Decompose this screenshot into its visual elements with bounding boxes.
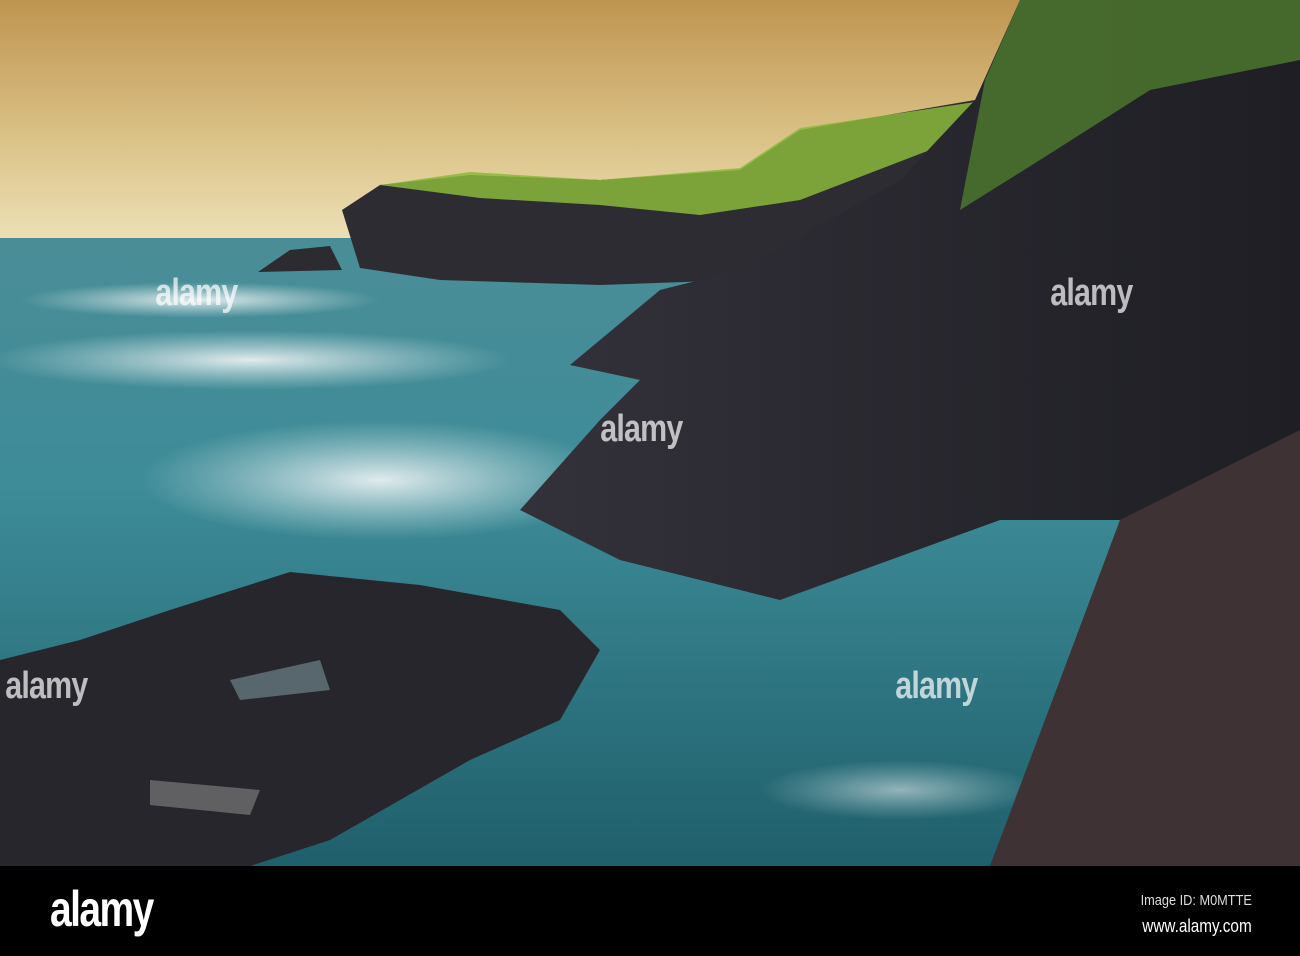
website-link: www.alamy.com bbox=[1142, 916, 1252, 936]
image-id: Image ID: M0MTTE bbox=[1140, 892, 1252, 909]
watermark: alamy bbox=[600, 408, 683, 450]
watermark: alamy bbox=[155, 272, 238, 314]
watermark: alamy bbox=[1050, 272, 1133, 314]
watermark: alamy bbox=[5, 665, 88, 707]
watermark: alamy bbox=[895, 665, 978, 707]
footer-bar: alamy Image ID: M0MTTE www.alamy.com bbox=[0, 866, 1300, 956]
alamy-logo: alamy bbox=[50, 881, 154, 937]
